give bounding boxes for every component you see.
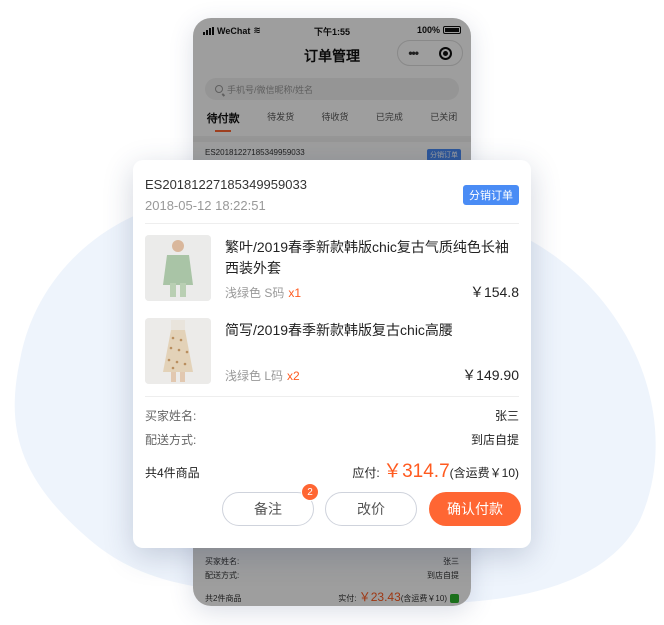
product-spec: 浅绿色 L码 x2 — [225, 367, 300, 384]
product-quantity: x1 — [288, 286, 302, 300]
payable-label: 应付: — [352, 466, 380, 480]
product-spec-text: 浅绿色 L码 — [225, 369, 284, 383]
delivery-label: 配送方式: — [145, 433, 197, 447]
confirm-payment-button[interactable]: 确认付款 — [429, 492, 521, 526]
product-quantity: x2 — [287, 369, 300, 383]
product-image-skirt — [145, 318, 211, 384]
remark-button[interactable]: 备注 2 — [222, 483, 319, 526]
change-price-button[interactable]: 改价 — [325, 492, 417, 526]
product-name: 简写/2019春季新款韩版复古chic高腰 — [225, 322, 453, 338]
product-image-jacket — [145, 235, 211, 301]
buyer-value: 张三 — [494, 409, 519, 423]
payable-summary: 应付: ￥314.7(含运费￥10) — [352, 456, 519, 483]
product-item[interactable]: 简写/2019春季新款韩版复古chic高腰 浅绿色 L码 x2 ￥149.90 — [145, 318, 519, 386]
product-spec: 浅绿色 S码 x1 — [225, 284, 301, 301]
delivery-value: 到店自提 — [470, 433, 519, 447]
buyer-row: 买家姓名: 张三 — [145, 407, 519, 424]
distribution-order-badge: 分销订单 — [463, 185, 519, 205]
order-detail-card: ES20181227185349959033 2018-05-12 18:22:… — [133, 160, 531, 548]
item-count: 共4件商品 — [145, 466, 200, 480]
confirm-payment-button-label: 确认付款 — [447, 501, 503, 517]
divider — [145, 396, 519, 397]
order-number: ES20181227185349959033 — [145, 177, 307, 192]
delivery-row: 配送方式: 到店自提 — [145, 431, 519, 448]
remark-count-badge: 2 — [301, 483, 319, 501]
buyer-label: 买家姓名: — [145, 409, 197, 423]
product-price: ￥149.90 — [462, 367, 519, 383]
divider — [145, 223, 519, 224]
product-price: ￥154.8 — [469, 284, 519, 300]
product-item[interactable]: 繁叶/2019春季新款韩版chic复古气质纯色长袖西装外套 浅绿色 S码 x1 ￥… — [145, 235, 519, 303]
product-spec-text: 浅绿色 S码 — [225, 286, 285, 300]
payable-amount: ￥314.7 — [383, 461, 450, 482]
total-row: 共4件商品 应付: ￥314.7(含运费￥10) — [145, 456, 519, 483]
order-time: 2018-05-12 18:22:51 — [145, 198, 266, 213]
remark-button-label: 备注 — [254, 501, 282, 517]
freight-note: (含运费￥10) — [449, 466, 519, 480]
product-name: 繁叶/2019春季新款韩版chic复古气质纯色长袖西装外套 — [225, 239, 509, 276]
change-price-button-label: 改价 — [357, 501, 385, 517]
